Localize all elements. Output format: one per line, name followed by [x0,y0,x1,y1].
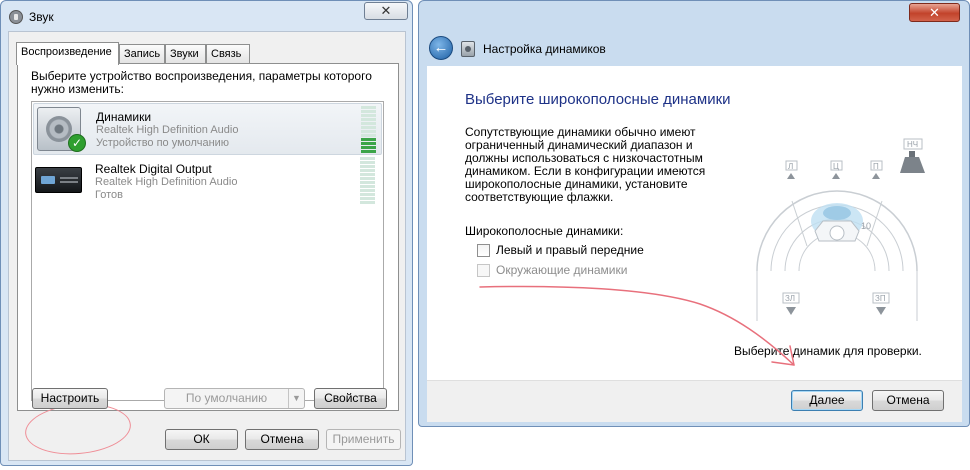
checkbox [477,264,490,277]
level-bar [361,146,376,149]
setup-footer: Далее Отмена [427,380,962,422]
tab-sounds[interactable]: Звуки [165,44,206,63]
level-bar [361,130,376,133]
level-bar [360,169,375,172]
sound-title-bar[interactable]: Звук ✕ [1,1,412,31]
level-bar [360,161,375,164]
sound-window-title: Звук [29,10,54,24]
speaker-rear-left-icon[interactable]: ЗЛ [782,292,800,315]
cancel-button[interactable]: Отмена [245,429,319,450]
speaker-app-icon [9,10,23,24]
level-bar [361,150,376,153]
speaker-setup-window: ✕ ← Настройка динамиков Выберите широкоп… [418,0,970,427]
close-icon: ✕ [380,3,392,18]
configure-button[interactable]: Настроить [32,388,108,409]
level-bar [360,185,375,188]
level-bar [361,138,376,141]
test-hint: Выберите динамик для проверки. [734,344,922,358]
speaker-c-label: Ц [833,162,839,171]
tab-recording[interactable]: Запись [119,44,165,63]
speaker-rl-label: ЗЛ [785,294,795,303]
apply-button[interactable]: Применить [326,429,401,450]
ok-button[interactable]: ОК [165,429,238,450]
speaker-fr-label: П [873,162,879,171]
speaker-rear-right-icon[interactable]: ЗП [872,292,890,315]
level-bar [361,114,376,117]
tab-communications[interactable]: Связь [206,44,250,63]
level-bar [360,157,375,160]
level-bar [361,142,376,145]
close-button[interactable]: ✕ [364,2,408,20]
level-bar [360,201,375,204]
level-meter [360,157,375,205]
speaker-rr-label: ЗП [875,294,886,303]
speaker-sub-label: НЧ [907,140,918,149]
close-icon: ✕ [929,5,940,20]
set-default-label: По умолчанию [185,391,268,405]
sound-content: Воспроизведение Запись Звуки Связь Выбер… [8,31,406,461]
subwoofer-icon[interactable]: НЧ [900,138,925,173]
chevron-down-icon[interactable]: ▼ [288,389,304,408]
fullrange-group-label: Широкополосные динамики: [465,224,624,238]
close-button[interactable]: ✕ [909,3,960,22]
level-bar [361,122,376,125]
speaker-fl-label: Л [788,162,793,171]
level-bar [360,197,375,200]
playback-description: Выберите устройство воспроизведения, пар… [31,69,372,96]
level-bar [360,165,375,168]
level-bar [360,173,375,176]
properties-button[interactable]: Свойства [314,388,387,409]
tab-playback[interactable]: Воспроизведение [16,42,119,65]
setup-description: Сопутствующие динамики обычно имеют огра… [465,125,706,204]
device-list[interactable]: ✓ Динамики Realtek High Definition Audio… [31,101,384,401]
level-bar [360,189,375,192]
cancel-button[interactable]: Отмена [872,390,944,411]
level-bar [361,106,376,109]
speaker-front-right-icon[interactable]: П [870,160,883,179]
checkbox-label: Окружающие динамики [496,263,628,277]
level-bar [360,181,375,184]
page-title: Выберите широкополосные динамики [465,91,731,108]
level-bar [361,126,376,129]
level-bar [361,110,376,113]
back-arrow-icon: ← [433,39,449,56]
speaker-front-left-icon[interactable]: Л [785,160,798,179]
speaker-center-icon[interactable]: Ц [830,160,843,179]
level-meter [361,106,376,154]
setup-body: Выберите широкополосные динамики Сопутст… [427,66,962,380]
level-bar [361,134,376,137]
svg-text:10: 10 [861,221,871,231]
device-item-digital-output[interactable]: Realtek Digital Output Realtek High Defi… [33,157,382,209]
set-default-button[interactable]: По умолчанию ▼ [164,388,305,409]
device-name: Realtek Digital Output [95,162,212,176]
default-check-icon: ✓ [68,134,86,152]
playback-panel: Выберите устройство воспроизведения, пар… [17,63,399,411]
speaker-setup-icon [461,41,475,57]
device-name: Динамики [96,110,152,124]
digital-output-icon [35,167,82,193]
speaker-layout-diagram: 10 Л Ц П НЧ ЗЛ ЗП [756,138,925,321]
device-item-speakers[interactable]: ✓ Динамики Realtek High Definition Audio… [33,103,382,155]
device-driver: Realtek High Definition Audio [96,124,239,136]
checkbox-label: Левый и правый передние [496,243,644,257]
device-driver: Realtek High Definition Audio [95,176,238,188]
checkbox[interactable] [477,244,490,257]
next-button[interactable]: Далее [791,390,863,411]
device-status: Готов [95,189,123,201]
sound-window: Звук ✕ Воспроизведение Запись Звуки Связ… [0,0,413,466]
level-bar [360,177,375,180]
device-status: Устройство по умолчанию [96,137,230,149]
level-bar [361,118,376,121]
setup-window-title: Настройка динамиков [483,42,606,56]
back-button[interactable]: ← [429,36,453,60]
level-bar [360,193,375,196]
